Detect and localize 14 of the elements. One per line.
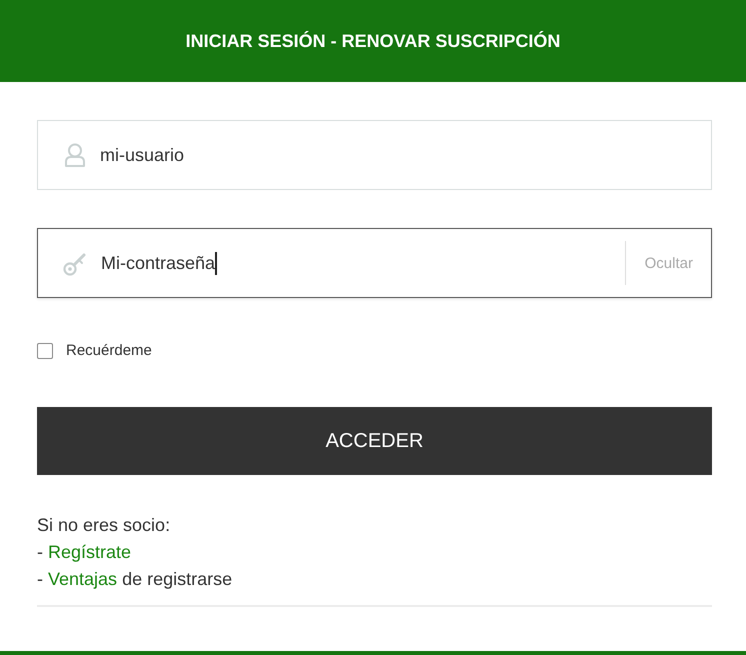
register-link[interactable]: Ventajas	[48, 569, 118, 589]
register-line: - Regístrate	[37, 541, 132, 564]
key-icon	[63, 250, 88, 276]
login-button[interactable]: ACCEDER	[37, 407, 712, 475]
remember-label[interactable]: Recuérdeme	[66, 342, 152, 360]
user-icon	[63, 143, 87, 167]
username-field[interactable]: mi-usuario	[37, 120, 712, 190]
remember-checkbox[interactable]	[37, 343, 53, 359]
page-title: INICIAR SESIÓN - RENOVAR SUSCRIPCIÓN	[186, 30, 560, 52]
register-intro: Si no eres socio:	[37, 514, 170, 537]
register-line: - Ventajas de registrarse	[37, 568, 232, 591]
register-link[interactable]: Regístrate	[48, 542, 132, 562]
text-cursor-icon	[215, 252, 218, 274]
password-field[interactable]: Mi-contraseña Ocultar	[37, 228, 712, 298]
